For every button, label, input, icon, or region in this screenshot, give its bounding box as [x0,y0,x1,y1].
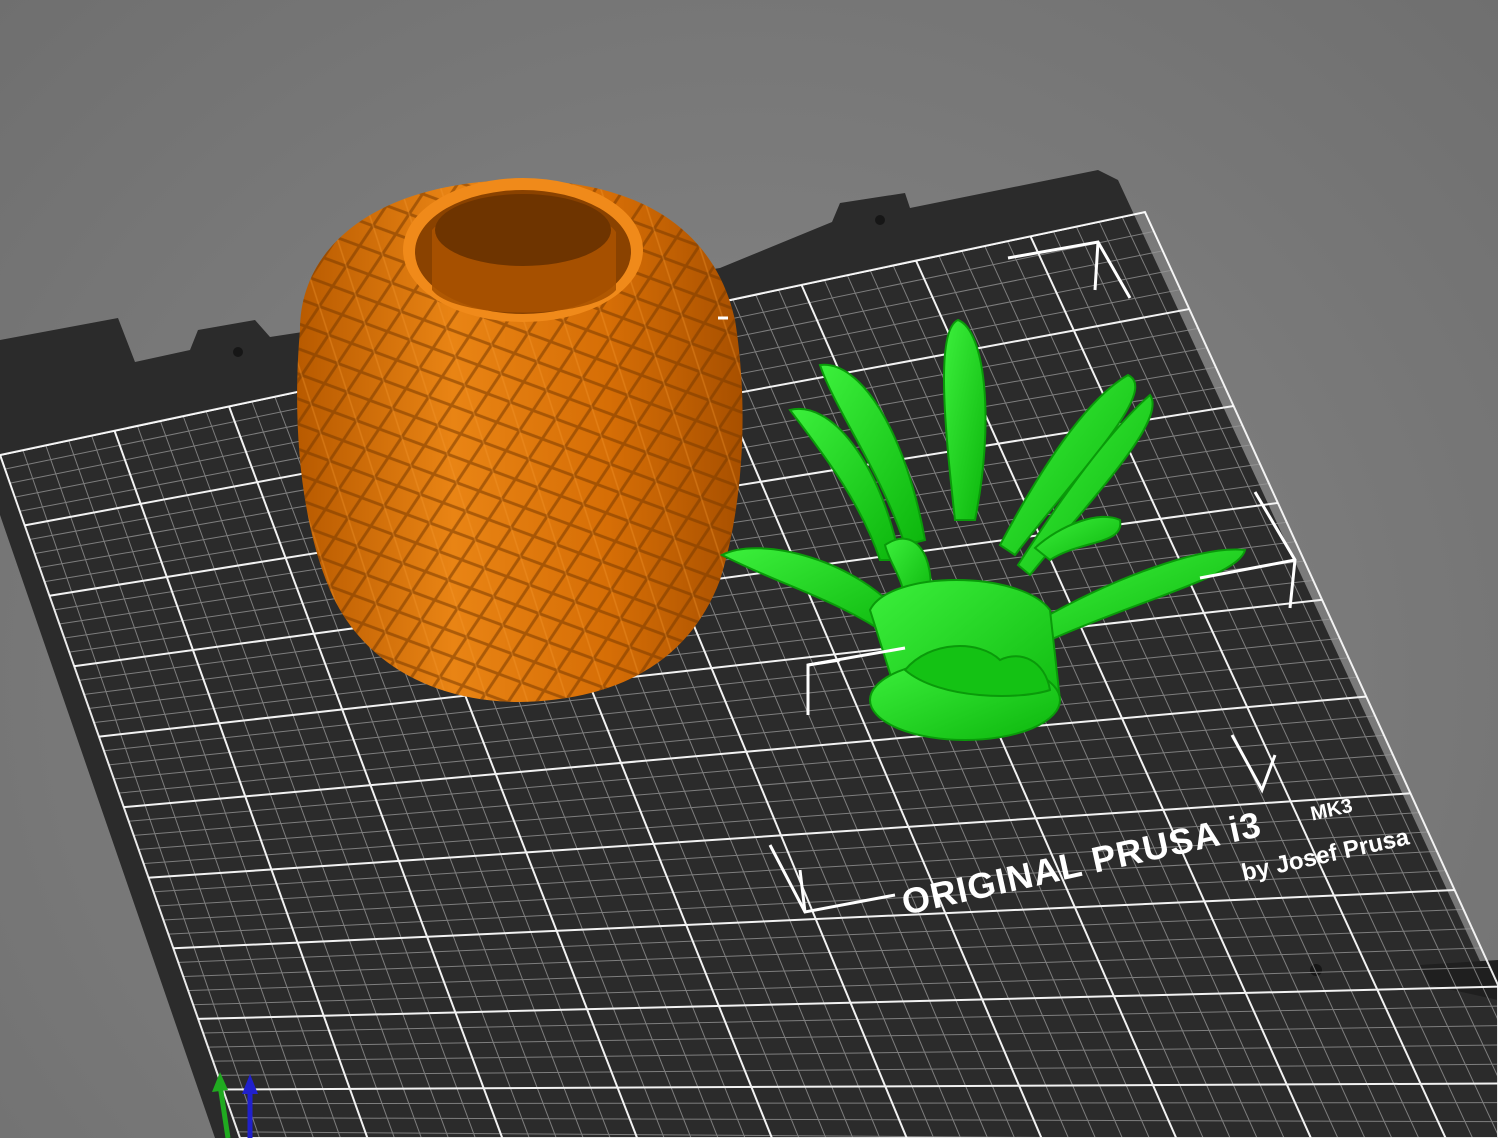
bed-screw [233,347,243,357]
bed-screw [1310,964,1322,976]
pineapple-body-object[interactable] [297,178,743,702]
3d-viewport[interactable]: ORIGINAL PRUSA i3 MK3 by Josef Prusa [0,0,1498,1138]
print-bed [0,170,1498,1138]
bed-screw [875,215,885,225]
